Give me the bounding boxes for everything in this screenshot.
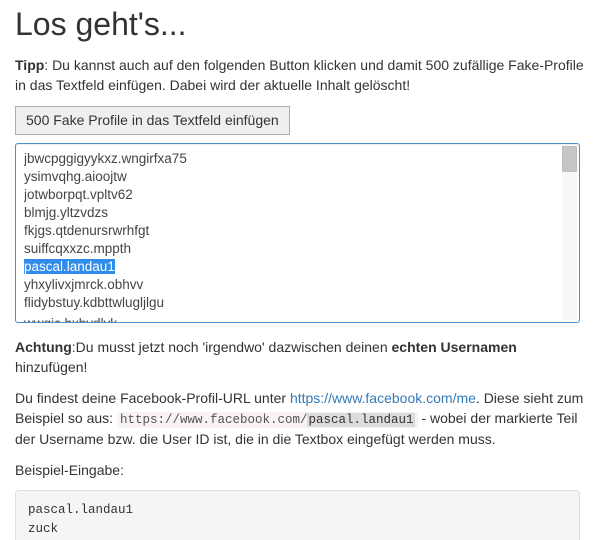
textarea-line: jbwcpggigyykxz.wngirfxa75	[24, 150, 559, 168]
insert-fake-profiles-button[interactable]: 500 Fake Profile in das Textfeld einfüge…	[15, 106, 290, 136]
profile-url-paragraph: Du findest deine Facebook-Profil-URL unt…	[15, 388, 585, 450]
page-heading: Los geht's...	[15, 6, 585, 43]
profile-url-code: https://www.facebook.com/pascal.landau1	[117, 412, 418, 428]
example-label: Beispiel-Eingabe:	[15, 460, 585, 480]
profiles-textarea[interactable]: jbwcpggigyykxz.wngirfxa75ysimvqhg.aioojt…	[15, 143, 580, 323]
scrollbar-thumb[interactable]	[562, 146, 577, 172]
textarea-content: jbwcpggigyykxz.wngirfxa75ysimvqhg.aioojt…	[24, 150, 559, 322]
textarea-line: wwqic.bxbydlyk	[24, 315, 117, 322]
warning-after: hinzufügen!	[15, 359, 87, 375]
textarea-line: jotwborpqt.vpltv62	[24, 186, 559, 204]
warning-before: :Du musst jetzt noch 'irgendwo' dazwisch…	[72, 339, 392, 355]
textarea-line: suiffcqxxzc.mppth	[24, 240, 559, 258]
warning-paragraph: Achtung:Du musst jetzt noch 'irgendwo' d…	[15, 337, 585, 378]
tip-paragraph: Tipp: Du kannst auch auf den folgenden B…	[15, 55, 585, 96]
profile-url-highlight: pascal.landau1	[307, 413, 414, 427]
textarea-line: flidybstuy.kdbttwlugljlgu	[24, 294, 559, 312]
profile-url-prefix: https://www.facebook.com/	[120, 413, 308, 427]
textarea-line-selected: pascal.landau1	[24, 259, 115, 274]
textarea-scrollbar[interactable]	[562, 146, 577, 320]
warning-label: Achtung	[15, 339, 72, 355]
textarea-line: yhxylivxjmrck.obhvv	[24, 276, 559, 294]
textarea-line: blmjg.yltzvdzs	[24, 204, 559, 222]
tip-label: Tipp	[15, 57, 44, 73]
facebook-me-link[interactable]: https://www.facebook.com/me	[290, 390, 476, 406]
textarea-line: ysimvqhg.aioojtw	[24, 168, 559, 186]
textarea-line: pascal.landau1	[24, 258, 559, 276]
textarea-line: fkjgs.qtdenursrwrhfgt	[24, 222, 559, 240]
tip-text: : Du kannst auch auf den folgenden Butto…	[15, 57, 584, 93]
profile-before: Du findest deine Facebook-Profil-URL unt…	[15, 390, 290, 406]
example-input-block: pascal.landau1 zuck fake.profil.1337	[15, 490, 580, 540]
warning-strong: echten Usernamen	[392, 339, 517, 355]
